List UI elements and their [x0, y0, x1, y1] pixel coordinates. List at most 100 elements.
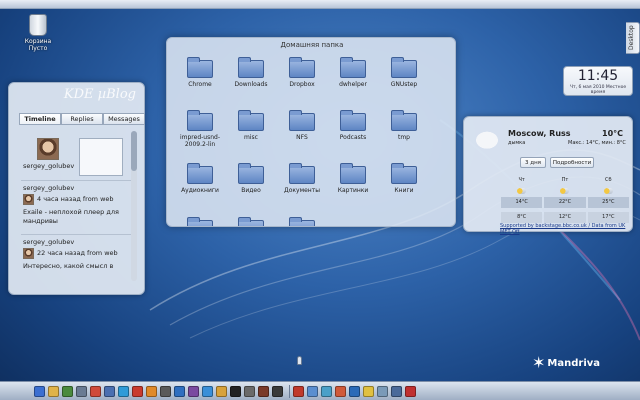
taskbar-app-icon[interactable]: [258, 385, 269, 397]
post-text-cont: мандривы: [23, 217, 58, 225]
tab-replies[interactable]: Replies: [61, 113, 103, 125]
taskbar-app-icon[interactable]: [293, 385, 304, 397]
folder-label: dwhelper: [339, 81, 367, 88]
taskbar-app-icon[interactable]: [244, 385, 255, 397]
taskbar-app-icon[interactable]: [160, 385, 171, 397]
list-item: sergey_golubev 4 часа назад from web Exa…: [23, 184, 133, 226]
folder-icon: [391, 163, 417, 184]
microblog-logo: KDE µBlog: [63, 87, 136, 102]
folder-label: NFS: [296, 134, 308, 141]
taskbar-app-icon[interactable]: [146, 385, 157, 397]
weather-widget: Moscow, Russ 10°C дымка Макс.: 14°C, мин…: [463, 116, 633, 235]
taskbar-app-icon[interactable]: [335, 385, 346, 397]
microblog-widget: KDE µBlog Timeline Replies Messages serg…: [8, 82, 145, 295]
taskbar-app-icon[interactable]: [391, 385, 402, 397]
folder-item[interactable]: Dropbox: [277, 57, 327, 88]
folder-icon: [187, 57, 213, 78]
folder-item[interactable]: GNUstep: [379, 57, 429, 88]
taskbar-app-icon[interactable]: [216, 385, 227, 397]
taskbar-app-icon[interactable]: [174, 385, 185, 397]
folder-item[interactable]: Картинки: [328, 163, 378, 194]
tab-timeline[interactable]: Timeline: [19, 113, 61, 125]
taskbar-app-icon[interactable]: [405, 385, 416, 397]
taskbar-app-icon[interactable]: [377, 385, 388, 397]
folder-item[interactable]: NFS: [277, 110, 327, 141]
trash-desktop-icon[interactable]: Корзина Пусто: [18, 14, 58, 52]
taskbar-app-icon[interactable]: [104, 385, 115, 397]
folder-item[interactable]: tmp: [379, 110, 429, 141]
mandriva-star-icon: ✶: [532, 353, 546, 372]
taskbar-app-icon[interactable]: [132, 385, 143, 397]
forecast-days-row: Чт Пт Сб: [500, 175, 630, 186]
compose-box[interactable]: [79, 138, 123, 176]
taskbar-app-icon[interactable]: [321, 385, 332, 397]
forecast-low: 12°C: [544, 212, 586, 223]
taskbar-app-icon[interactable]: [90, 385, 101, 397]
folder-icon: [340, 57, 366, 78]
folder-item[interactable]: dwhelper: [328, 57, 378, 88]
folder-icon: [187, 163, 213, 184]
folder-item[interactable]: Podcasts: [328, 110, 378, 141]
taskbar-app-icon[interactable]: [76, 385, 87, 397]
folder-label: tmp: [397, 134, 410, 141]
home-folder-view: Домашняя папка Chrome Downloads Dropbox dwh…: [166, 37, 456, 227]
folder-icon: [289, 57, 315, 78]
folder-icon: [391, 110, 417, 131]
tab-messages[interactable]: Messages: [103, 113, 145, 125]
scrollbar-thumb[interactable]: [131, 131, 137, 171]
folder-icon[interactable]: [187, 217, 213, 226]
brand-name: Mandriva: [547, 357, 601, 369]
three-days-button[interactable]: 3 дня: [520, 157, 546, 168]
clock-date: Чт, 6 мая 2010 Местное время: [569, 85, 627, 95]
forecast-lows-row: 8°C 12°C 17°C: [500, 212, 630, 223]
taskbar-app-icon[interactable]: [188, 385, 199, 397]
folder-icon[interactable]: [289, 217, 315, 226]
taskbar-app-icon[interactable]: [62, 385, 73, 397]
folder-item[interactable]: Книги: [379, 163, 429, 194]
taskbar-app-icon[interactable]: [349, 385, 360, 397]
taskbar-app-icon[interactable]: [272, 385, 283, 397]
folder-icon[interactable]: [238, 217, 264, 226]
folder-icon: [391, 57, 417, 78]
folder-label: Книги: [394, 187, 414, 194]
taskbar-app-icon[interactable]: [230, 385, 241, 397]
taskbar-app-icon[interactable]: [48, 385, 59, 397]
folder-label: misc: [244, 134, 258, 141]
folder-icon: [238, 57, 264, 78]
desktop-toolbox-button[interactable]: Desktop: [626, 22, 640, 54]
folder-label: impred-usnd-2009.2-lin: [179, 134, 221, 148]
folder-item[interactable]: Документы: [277, 163, 327, 194]
folder-item[interactable]: impred-usnd-2009.2-lin: [175, 110, 225, 148]
microblog-scrollbar[interactable]: [131, 131, 137, 281]
weather-temperature: 10°C: [602, 129, 624, 138]
forecast-low: 17°C: [587, 212, 629, 223]
folder-item[interactable]: Аудиокниги: [175, 163, 225, 194]
folder-item[interactable]: Chrome: [175, 57, 225, 88]
taskbar-app-icon[interactable]: [34, 385, 45, 397]
weather-credit-link[interactable]: Supported by backstage.bbc.co.uk / Data …: [500, 223, 632, 235]
trash-label-line2: Пусто: [28, 45, 48, 52]
taskbar-app-icon[interactable]: [363, 385, 374, 397]
folder-item[interactable]: Видео: [226, 163, 276, 194]
taskbar-app-icon[interactable]: [307, 385, 318, 397]
details-button[interactable]: Подробности: [550, 157, 594, 168]
post-username: sergey_golubev: [23, 238, 75, 246]
folder-icon: [289, 163, 315, 184]
mandriva-logo: ✶ Mandriva: [532, 355, 600, 371]
list-item: sergey_golubev 22 часа назад from web Ин…: [23, 238, 133, 271]
taskbar-app-icon[interactable]: [118, 385, 129, 397]
folder-item[interactable]: misc: [226, 110, 276, 141]
post-meta: 22 часа назад from web: [37, 249, 118, 257]
top-panel: [0, 0, 640, 9]
partly-cloudy-icon: [517, 188, 527, 194]
taskbar-app-icon[interactable]: [202, 385, 213, 397]
post-text: Exaile - неплохой плеер для: [23, 208, 119, 216]
post-meta: 4 часа назад from web: [37, 195, 114, 203]
clock-widget[interactable]: 11:45 Чт, 6 мая 2010 Местное время: [563, 66, 633, 96]
partly-cloudy-icon: [560, 188, 570, 194]
folder-item[interactable]: Downloads: [226, 57, 276, 88]
folder-label: Chrome: [188, 81, 212, 88]
avatar: [23, 248, 34, 259]
weather-range: Макс.: 14°C, мин.: 8°C: [568, 140, 626, 146]
post-text: Интересно, какой смысл в: [23, 262, 114, 270]
